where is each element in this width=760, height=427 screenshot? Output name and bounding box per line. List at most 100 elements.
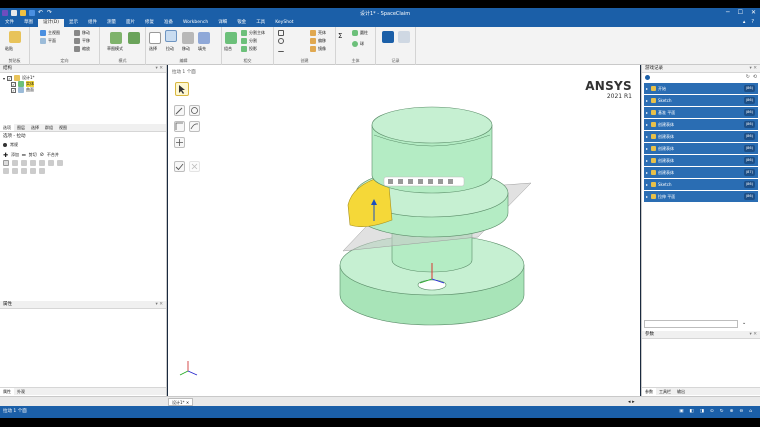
menu-tab[interactable]: 准备 [159, 19, 178, 27]
circle-tool[interactable] [278, 38, 284, 44]
menu-tab[interactable]: 草图 [19, 19, 38, 27]
pull-option-icon[interactable] [12, 160, 18, 166]
status-icon[interactable]: ◨ [700, 406, 704, 418]
pull-option-icon[interactable] [3, 168, 9, 174]
project-button[interactable]: 投影 [241, 46, 257, 52]
pin-icon[interactable]: ▾ ✕ [750, 331, 757, 339]
menu-tab[interactable]: 工具 [251, 19, 270, 27]
3d-viewport[interactable]: 拉动 1 个面 ANSYS 2021 R1 [168, 65, 640, 396]
sketch-mode-button[interactable]: 草图模式 [107, 46, 123, 52]
minimize-icon[interactable]: ─ [726, 9, 730, 16]
pull-option-icon[interactable] [21, 168, 27, 174]
close-icon[interactable]: ✕ [751, 9, 756, 16]
record-icon[interactable] [382, 31, 394, 43]
close-tab-icon[interactable]: ✕ [186, 400, 189, 405]
pull-option-icon[interactable] [3, 160, 9, 166]
pan-button[interactable]: 移动 [74, 30, 90, 36]
panel-tab[interactable]: 参数 [642, 388, 656, 395]
menu-tab[interactable]: 显示 [64, 19, 83, 27]
open-file-icon[interactable] [20, 10, 26, 16]
visibility-checkbox[interactable]: ✓ [11, 87, 16, 93]
mini-toolbar[interactable] [383, 176, 465, 187]
expand-icon[interactable]: ▸ [646, 83, 648, 94]
sketch-mode-icon[interactable] [110, 32, 122, 44]
menu-tab[interactable]: 面片 [121, 19, 140, 27]
pull-option-icon[interactable] [30, 160, 36, 166]
paste-button[interactable]: 粘贴 [5, 46, 13, 52]
panel-tab[interactable]: 输出 [674, 388, 688, 395]
add-option[interactable]: 添加 [11, 152, 19, 158]
view-triad[interactable] [179, 361, 198, 376]
sphere-button[interactable]: 球 [352, 41, 364, 47]
status-icon[interactable]: ⊕ [730, 406, 734, 418]
move-icon[interactable] [182, 32, 194, 44]
radio-icon[interactable] [3, 143, 7, 147]
journal-item[interactable]: ▸ 创建表体 (86) [644, 131, 758, 142]
offset-button[interactable]: 偏移 [310, 38, 326, 44]
maximize-icon[interactable]: ☐ [738, 9, 743, 16]
panel-tab[interactable]: 图层 [14, 124, 28, 131]
select-button[interactable]: 选择 [149, 46, 157, 52]
move-button[interactable]: 移动 [182, 46, 190, 52]
expand-icon[interactable]: ▸ [646, 119, 648, 130]
journal-item[interactable]: ▸ 创建表体 (87) [644, 167, 758, 178]
reset-icon[interactable]: ⟲ [753, 74, 757, 80]
expand-icon[interactable]: ▸ [646, 107, 648, 118]
journal-item[interactable]: ▸ 拉伸 平面 (86) [644, 191, 758, 202]
expand-icon[interactable]: ▸ [646, 191, 648, 202]
paste-icon[interactable] [9, 31, 21, 43]
menu-tab[interactable]: 设计(D) [38, 19, 64, 27]
split-body-button[interactable]: 分割主体 [241, 30, 265, 36]
journal-search-input[interactable] [644, 320, 738, 328]
pin-icon[interactable]: ▾ ✕ [750, 65, 757, 73]
document-tab[interactable]: 设计1* ✕ [168, 398, 194, 406]
undo-icon[interactable]: ↶ [38, 10, 44, 16]
pull-button[interactable]: 拉动 [166, 46, 174, 52]
expand-icon[interactable]: ▸ [646, 167, 648, 178]
menu-tab[interactable]: 组件 [83, 19, 102, 27]
line-tool[interactable] [278, 46, 284, 52]
pull-option-icon[interactable] [39, 160, 45, 166]
add-icon[interactable]: ✚ [3, 152, 8, 159]
panel-tab[interactable]: 工具栏 [656, 388, 674, 395]
zoom-button[interactable]: 缩放 [74, 46, 90, 52]
collapse-icon[interactable]: ▾ [3, 76, 5, 81]
expand-icon[interactable]: ▸ [646, 143, 648, 154]
plane-view-button[interactable]: 平面 [40, 38, 56, 44]
menu-tab[interactable]: 钣金 [232, 19, 251, 27]
menu-tab[interactable]: 详细 [213, 19, 232, 27]
pull-icon[interactable] [165, 30, 177, 42]
tree-item-surface[interactable]: ✓ 曲面 [3, 87, 163, 93]
panel-tab[interactable]: 视图 [56, 124, 70, 131]
menu-tab[interactable]: 测量 [102, 19, 121, 27]
no-merge-option[interactable]: 不合并 [47, 152, 59, 158]
option-row-normal[interactable]: 常规 [0, 141, 166, 149]
journal-item[interactable]: ▸ Sketch (86) [644, 179, 758, 190]
menu-tab[interactable]: 文件 [0, 19, 19, 27]
rectangle-tool[interactable] [278, 30, 284, 36]
expand-icon[interactable]: ▸ [646, 95, 648, 106]
rotate-button[interactable]: 平移 [74, 38, 90, 44]
status-icon[interactable]: ▣ [679, 406, 683, 418]
select-icon[interactable] [149, 32, 161, 44]
new-file-icon[interactable] [11, 10, 17, 16]
status-icon[interactable]: ↻ [720, 406, 724, 418]
minimize-ribbon-icon[interactable]: ▴ [743, 19, 746, 25]
no-merge-icon[interactable]: ⊘ [40, 152, 44, 158]
visibility-checkbox[interactable]: ✓ [11, 81, 16, 87]
pull-option-icon[interactable] [39, 168, 45, 174]
menu-tab[interactable]: KeyShot [270, 19, 298, 27]
combine-icon[interactable] [225, 32, 237, 44]
split-button[interactable]: 分割 [241, 38, 257, 44]
cut-icon[interactable]: ━ [22, 152, 26, 159]
pin-icon[interactable]: ▾ ✕ [156, 301, 163, 309]
home-view-button[interactable]: 主视图 [40, 30, 60, 36]
tab-scroll-icons[interactable]: ◂ ▸ [625, 398, 638, 406]
status-icon[interactable]: ⌂ [749, 406, 752, 418]
cut-option[interactable]: 剪切 [29, 152, 37, 158]
visibility-checkbox[interactable]: ✓ [7, 75, 13, 81]
pull-option-icon[interactable] [30, 168, 36, 174]
model-canvas[interactable] [168, 65, 640, 396]
expand-icon[interactable]: ▸ [646, 179, 648, 190]
journal-item[interactable]: ▸ 开始 (86) [644, 83, 758, 94]
